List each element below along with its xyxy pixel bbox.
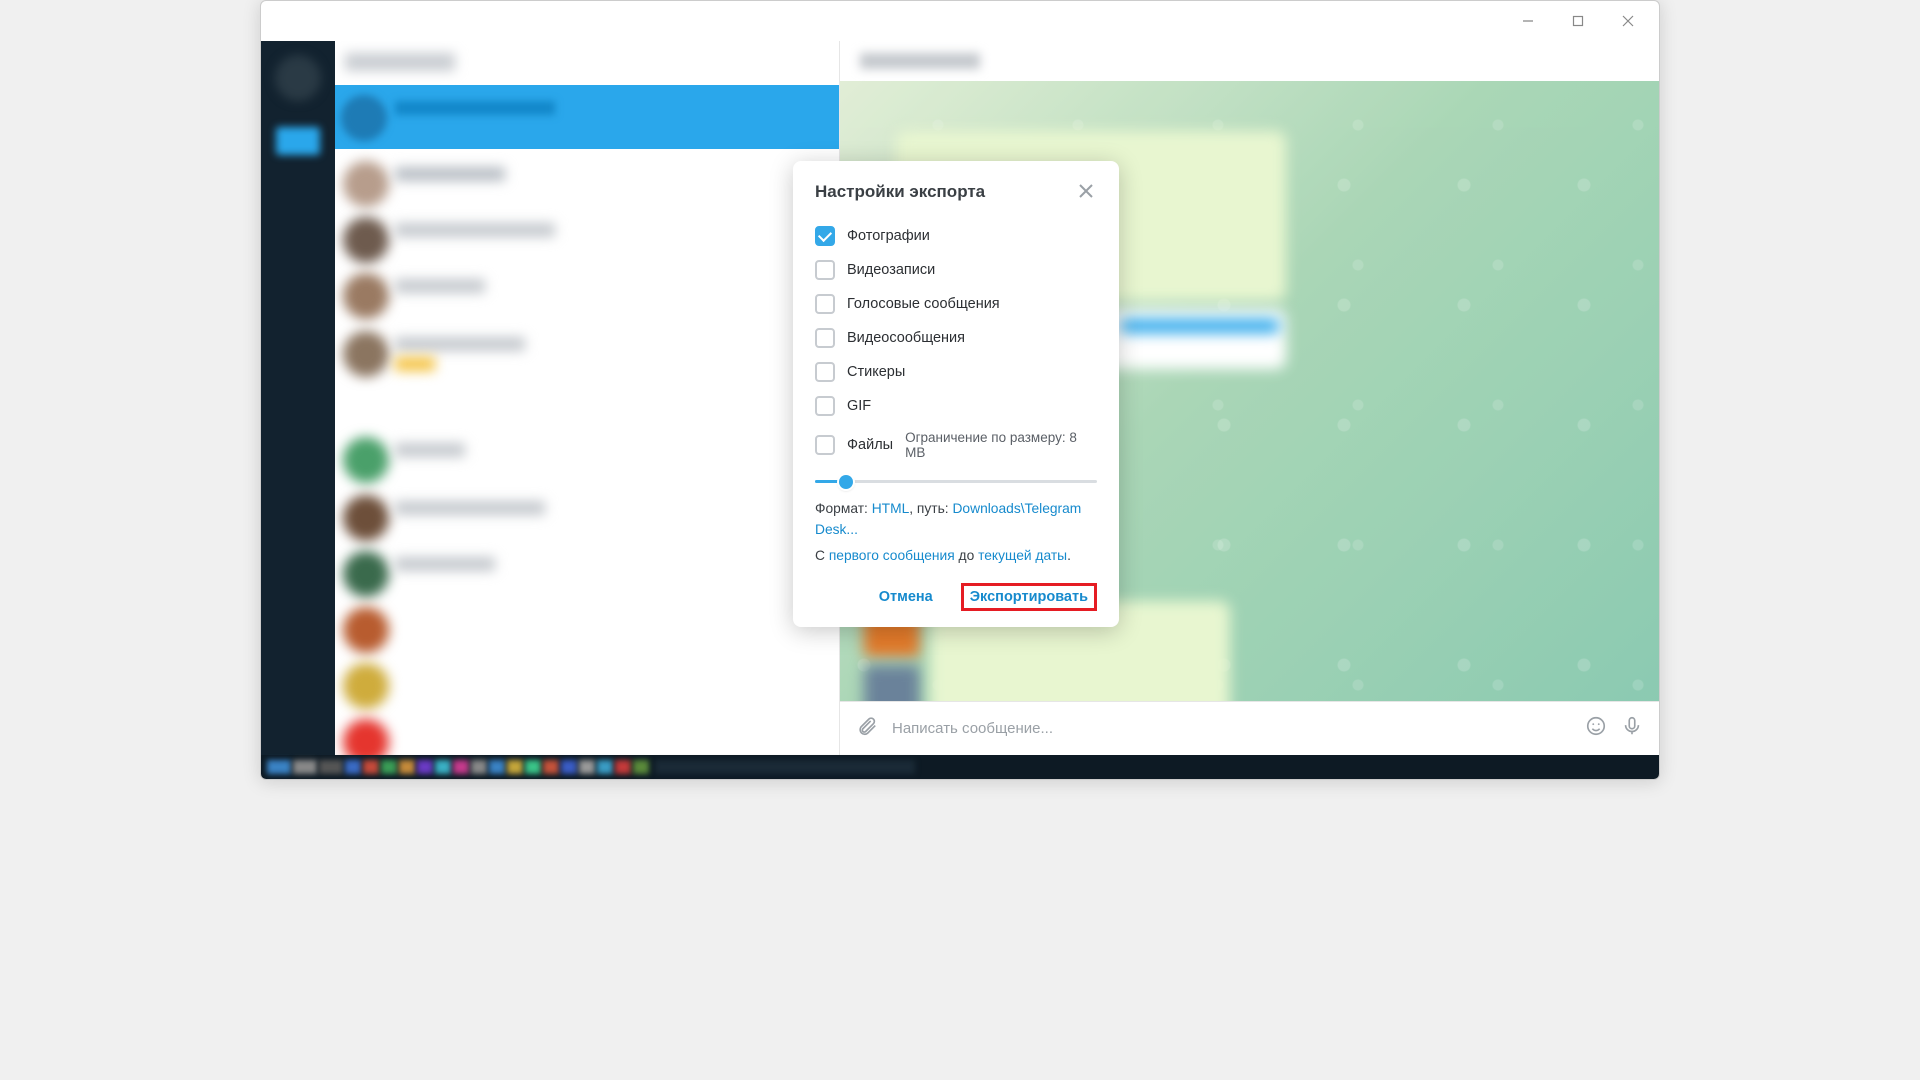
option-videos[interactable]: Видеозаписи — [815, 253, 1097, 287]
chat-title — [395, 557, 495, 571]
date-range-line: С первого сообщения до текущей даты. — [815, 546, 1097, 567]
file-size-slider[interactable] — [815, 473, 1097, 489]
chat-list — [335, 41, 840, 755]
chat-row-selected[interactable] — [335, 85, 839, 149]
chat-avatar[interactable] — [343, 719, 389, 755]
option-label: Фотографии — [847, 228, 930, 244]
taskbar-item[interactable] — [267, 760, 291, 774]
dialog-close-button[interactable] — [1075, 179, 1097, 205]
taskbar-item[interactable] — [507, 760, 523, 774]
window-close-button[interactable] — [1605, 5, 1651, 37]
chat-title — [395, 337, 525, 351]
option-label: Видеосообщения — [847, 330, 965, 346]
option-label: Стикеры — [847, 364, 905, 380]
chat-avatar[interactable] — [343, 437, 389, 483]
taskbar-item[interactable] — [579, 760, 595, 774]
cancel-button[interactable]: Отмена — [869, 581, 943, 613]
option-label: Видеозаписи — [847, 262, 935, 278]
microphone-icon[interactable] — [1621, 715, 1643, 742]
option-files[interactable]: Файлы Ограничение по размеру: 8 MB — [815, 423, 1097, 467]
option-label: Голосовые сообщения — [847, 296, 1000, 312]
chat-avatar[interactable] — [343, 273, 389, 319]
taskbar-item[interactable] — [471, 760, 487, 774]
taskbar-item[interactable] — [381, 760, 397, 774]
chat-avatar[interactable] — [343, 495, 389, 541]
checkbox-icon[interactable] — [815, 362, 835, 382]
taskbar-item[interactable] — [435, 760, 451, 774]
checkbox-icon[interactable] — [815, 328, 835, 348]
checkbox-icon[interactable] — [815, 294, 835, 314]
option-photos[interactable]: Фотографии — [815, 219, 1097, 253]
option-label: Файлы — [847, 437, 893, 453]
chat-list-header — [345, 53, 455, 71]
chat-header-title — [860, 53, 980, 69]
taskbar-spacer — [655, 760, 915, 774]
format-link[interactable]: HTML — [872, 501, 910, 516]
taskbar-item[interactable] — [417, 760, 433, 774]
dialog-actions: Отмена Экспортировать — [815, 581, 1097, 613]
taskbar-item[interactable] — [345, 760, 361, 774]
taskbar-item[interactable] — [633, 760, 649, 774]
app-window: Настройки экспорта Фотографии Видеозапис… — [260, 0, 1660, 780]
taskbar-item[interactable] — [561, 760, 577, 774]
attach-icon[interactable] — [856, 715, 878, 742]
message-input[interactable] — [892, 720, 1571, 737]
export-button[interactable]: Экспортировать — [961, 583, 1097, 611]
slider-thumb[interactable] — [839, 475, 853, 489]
option-stickers[interactable]: Стикеры — [815, 355, 1097, 389]
chat-badge — [395, 357, 435, 371]
compose-bar — [840, 701, 1659, 755]
option-label: GIF — [847, 398, 871, 414]
chat-title — [395, 223, 555, 237]
taskbar-item[interactable] — [319, 760, 343, 774]
window-maximize-button[interactable] — [1555, 5, 1601, 37]
os-taskbar — [261, 755, 1659, 779]
window-titlebar — [261, 1, 1659, 41]
chat-avatar[interactable] — [343, 217, 389, 263]
chat-title — [395, 167, 505, 181]
checkbox-icon[interactable] — [815, 435, 835, 455]
export-settings-dialog: Настройки экспорта Фотографии Видеозапис… — [793, 161, 1119, 627]
account-avatar[interactable] — [275, 55, 321, 101]
taskbar-item[interactable] — [453, 760, 469, 774]
chat-avatar[interactable] — [343, 331, 389, 377]
file-size-limit-hint: Ограничение по размеру: 8 MB — [905, 430, 1097, 460]
message-link — [1120, 319, 1280, 333]
chat-avatar[interactable] — [343, 161, 389, 207]
taskbar-item[interactable] — [363, 760, 379, 774]
emoji-icon[interactable] — [1585, 715, 1607, 742]
range-to-link[interactable]: текущей даты — [978, 548, 1067, 563]
range-from-link[interactable]: первого сообщения — [829, 548, 955, 563]
taskbar-item[interactable] — [489, 760, 505, 774]
chat-title — [395, 443, 465, 457]
window-minimize-button[interactable] — [1505, 5, 1551, 37]
option-gif[interactable]: GIF — [815, 389, 1097, 423]
taskbar-item[interactable] — [399, 760, 415, 774]
taskbar-item[interactable] — [543, 760, 559, 774]
taskbar-item[interactable] — [525, 760, 541, 774]
chat-avatar[interactable] — [343, 663, 389, 709]
checkbox-icon[interactable] — [815, 396, 835, 416]
checkbox-checked-icon[interactable] — [815, 226, 835, 246]
option-video-messages[interactable]: Видеосообщения — [815, 321, 1097, 355]
chat-avatar[interactable] — [343, 551, 389, 597]
dialog-title: Настройки экспорта — [815, 182, 985, 202]
rail-active-folder[interactable] — [276, 127, 320, 155]
chat-title — [395, 279, 485, 293]
taskbar-item[interactable] — [615, 760, 631, 774]
checkbox-icon[interactable] — [815, 260, 835, 280]
chat-avatar[interactable] — [343, 607, 389, 653]
slider-track — [815, 480, 1097, 483]
folders-rail — [261, 41, 335, 755]
format-path-line: Формат: HTML, путь: Downloads\Telegram D… — [815, 499, 1097, 540]
taskbar-item[interactable] — [293, 760, 317, 774]
chat-title — [395, 501, 545, 515]
option-voice-messages[interactable]: Голосовые сообщения — [815, 287, 1097, 321]
taskbar-item[interactable] — [597, 760, 613, 774]
chat-header — [840, 41, 1659, 81]
